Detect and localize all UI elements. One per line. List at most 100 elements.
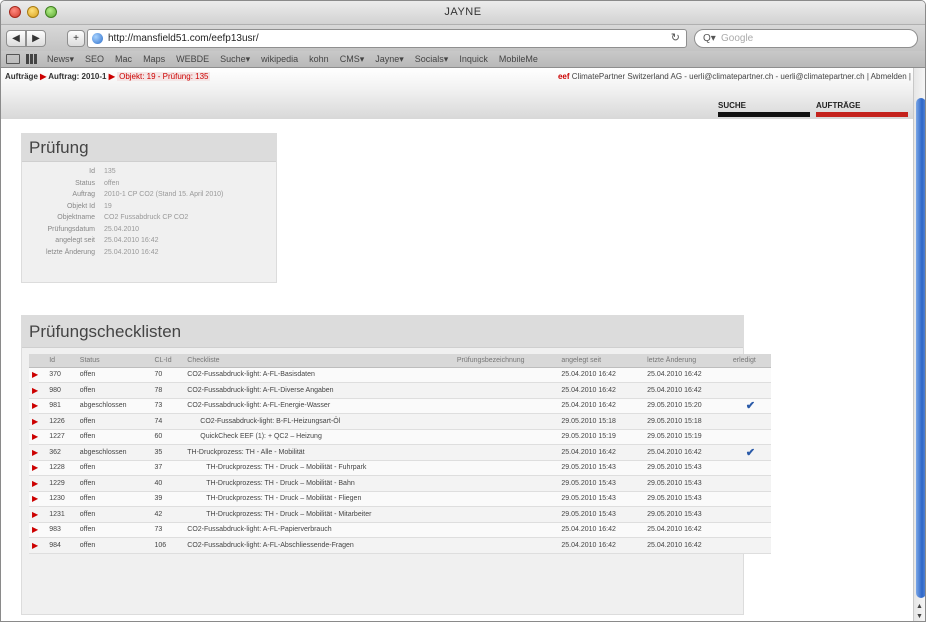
breadcrumb-auftrag[interactable]: Auftrag: 2010-1 bbox=[48, 72, 106, 81]
table-row[interactable]: ▶ 1228 offen 37 TH-Druckprozess: TH - Druck … bbox=[29, 460, 771, 476]
title-bar: JAYNE bbox=[1, 1, 925, 25]
detail-value: offen bbox=[104, 179, 120, 187]
cell-status: offen bbox=[76, 537, 152, 554]
expand-arrow-icon[interactable]: ▶ bbox=[32, 541, 38, 550]
expand-arrow-icon[interactable]: ▶ bbox=[32, 432, 38, 441]
cell-id: 980 bbox=[46, 382, 77, 399]
bookmark-item[interactable]: kohn bbox=[309, 54, 329, 64]
table-row[interactable]: ▶ 370 offen 70 CO2-Fussabdruck-light: A-FL-B… bbox=[29, 367, 771, 383]
vertical-scrollbar[interactable]: ▲ ▼ bbox=[913, 68, 925, 621]
expand-cell[interactable]: ▶ bbox=[29, 444, 47, 461]
cell-status: offen bbox=[76, 413, 152, 430]
bookmark-item[interactable]: Socials▾ bbox=[415, 54, 449, 64]
cell-clid: 78 bbox=[151, 382, 185, 399]
expand-cell[interactable]: ▶ bbox=[29, 460, 47, 476]
expand-arrow-icon[interactable]: ▶ bbox=[32, 479, 38, 488]
logout-link[interactable]: | Abmelden | bbox=[867, 72, 911, 81]
cell-created: 25.04.2010 16:42 bbox=[558, 398, 645, 414]
search-input[interactable]: Q▾ Google bbox=[694, 29, 918, 48]
scroll-up-arrow-icon[interactable]: ▲ bbox=[916, 603, 923, 610]
detail-row: Auftrag 2010-1 CP CO2 (Stand 15. April 20… bbox=[22, 191, 276, 203]
table-row[interactable]: ▶ 1227 offen 60 QuickCheck EEF (1): + QC2 – … bbox=[29, 429, 771, 445]
cell-changed: 25.04.2010 16:42 bbox=[644, 367, 730, 383]
bookmark-item[interactable]: CMS▾ bbox=[340, 54, 365, 64]
back-button[interactable]: ◀ bbox=[6, 30, 26, 47]
table-row[interactable]: ▶ 981 abgeschlossen 73 CO2-Fussabdruck-light… bbox=[29, 398, 771, 414]
nav-suche-tab[interactable]: SUCHE bbox=[718, 101, 810, 110]
cell-created: 29.05.2010 15:43 bbox=[558, 460, 645, 476]
cell-clid: 70 bbox=[151, 367, 185, 383]
cell-name: CO2-Fussabdruck-light: A-FL-Abschliessen… bbox=[184, 537, 454, 554]
breadcrumb-auftraege[interactable]: Aufträge bbox=[5, 72, 38, 81]
cell-id: 983 bbox=[46, 522, 77, 538]
scrollbar-thumb[interactable] bbox=[916, 98, 925, 598]
expand-arrow-icon[interactable]: ▶ bbox=[32, 417, 38, 426]
bookmark-item[interactable]: Inquick bbox=[459, 54, 488, 64]
bookmark-item[interactable]: Maps bbox=[143, 54, 165, 64]
expand-cell[interactable]: ▶ bbox=[29, 506, 47, 523]
cell-created: 25.04.2010 16:42 bbox=[558, 382, 645, 399]
column-header[interactable] bbox=[29, 354, 47, 368]
expand-arrow-icon[interactable]: ▶ bbox=[32, 401, 38, 410]
top-sites-grid-icon[interactable] bbox=[26, 54, 38, 64]
expand-cell[interactable]: ▶ bbox=[29, 475, 47, 492]
column-header[interactable]: angelegt seit bbox=[558, 354, 645, 368]
bookmarks-book-icon[interactable] bbox=[6, 54, 20, 64]
browser-window: JAYNE ◀ ▶ + http://mansfield51.com/eefp1… bbox=[0, 0, 926, 622]
column-header[interactable]: letzte Änderung bbox=[644, 354, 730, 368]
bookmark-item[interactable]: SEO bbox=[85, 54, 104, 64]
table-row[interactable]: ▶ 362 abgeschlossen 35 TH-Druckprozess: TH -… bbox=[29, 444, 771, 461]
expand-cell[interactable]: ▶ bbox=[29, 491, 47, 507]
bookmark-item[interactable]: WEBDE bbox=[176, 54, 209, 64]
table-row[interactable]: ▶ 983 offen 73 CO2-Fussabdruck-light: A-FL-P… bbox=[29, 522, 771, 538]
expand-cell[interactable]: ▶ bbox=[29, 367, 47, 383]
table-row[interactable]: ▶ 1230 offen 39 TH-Druckprozess: TH - Druck … bbox=[29, 491, 771, 507]
table-row[interactable]: ▶ 1226 offen 74 CO2-Fussabdruck-light: B-FL-… bbox=[29, 413, 771, 430]
column-header[interactable]: CL-Id bbox=[151, 354, 185, 368]
cell-pruefungsbezeichnung bbox=[453, 537, 559, 554]
table-row[interactable]: ▶ 984 offen 106 CO2-Fussabdruck-light: A-FL-… bbox=[29, 537, 771, 554]
bookmark-item[interactable]: News▾ bbox=[47, 54, 74, 64]
app-header: Aufträge ▶ Auftrag: 2010-1 ▶ Objekt: 19 … bbox=[1, 68, 925, 119]
scroll-down-arrow-icon[interactable]: ▼ bbox=[916, 613, 923, 620]
address-bar[interactable]: http://mansfield51.com/eefp13usr/ ↻ bbox=[87, 29, 687, 48]
expand-cell[interactable]: ▶ bbox=[29, 382, 47, 399]
column-header[interactable]: Prüfungsbezeichnung bbox=[453, 354, 559, 368]
column-header[interactable]: Checkliste bbox=[184, 354, 454, 368]
bookmark-item[interactable]: Mac bbox=[115, 54, 132, 64]
nav-auftraege-tab[interactable]: AUFTRÄGE bbox=[816, 101, 908, 110]
add-bookmark-button[interactable]: + bbox=[67, 30, 85, 47]
table-row[interactable]: ▶ 1231 offen 42 TH-Druckprozess: TH - Druck … bbox=[29, 506, 771, 523]
column-header[interactable]: Id bbox=[46, 354, 77, 368]
expand-cell[interactable]: ▶ bbox=[29, 537, 47, 554]
table-row[interactable]: ▶ 980 offen 78 CO2-Fussabdruck-light: A-FL-D… bbox=[29, 382, 771, 399]
column-header[interactable]: erledigt bbox=[729, 354, 771, 368]
bookmark-item[interactable]: Suche▾ bbox=[220, 54, 250, 64]
expand-arrow-icon[interactable]: ▶ bbox=[32, 525, 38, 534]
expand-cell[interactable]: ▶ bbox=[29, 522, 47, 538]
cell-created: 29.05.2010 15:19 bbox=[558, 429, 645, 445]
expand-arrow-icon[interactable]: ▶ bbox=[32, 386, 38, 395]
expand-cell[interactable]: ▶ bbox=[29, 429, 47, 445]
nav-auftraege-underline bbox=[816, 112, 908, 117]
bookmark-item[interactable]: MobileMe bbox=[499, 54, 538, 64]
done-check-icon bbox=[729, 506, 771, 523]
expand-arrow-icon[interactable]: ▶ bbox=[32, 494, 38, 503]
expand-arrow-icon[interactable]: ▶ bbox=[32, 448, 38, 457]
bookmark-item[interactable]: Jayne▾ bbox=[375, 54, 404, 64]
bookmark-item[interactable]: wikipedia bbox=[261, 54, 298, 64]
expand-arrow-icon[interactable]: ▶ bbox=[32, 510, 38, 519]
expand-cell[interactable]: ▶ bbox=[29, 413, 47, 430]
pruefung-title: Prüfung bbox=[22, 134, 276, 162]
forward-button[interactable]: ▶ bbox=[26, 30, 46, 47]
user-prefix: eef bbox=[557, 72, 570, 81]
expand-arrow-icon[interactable]: ▶ bbox=[32, 463, 38, 472]
column-header[interactable]: Status bbox=[76, 354, 152, 368]
reload-icon[interactable]: ↻ bbox=[671, 30, 680, 47]
table-row[interactable]: ▶ 1229 offen 40 TH-Druckprozess: TH - Druck … bbox=[29, 475, 771, 492]
cell-clid: 74 bbox=[151, 413, 185, 430]
bookmarks-bar: News▾ SEO Mac Maps WEBDE Suche▾ wikipedia kohn C… bbox=[1, 51, 925, 68]
cell-pruefungsbezeichnung bbox=[453, 522, 559, 538]
expand-arrow-icon[interactable]: ▶ bbox=[32, 370, 38, 379]
expand-cell[interactable]: ▶ bbox=[29, 398, 47, 414]
